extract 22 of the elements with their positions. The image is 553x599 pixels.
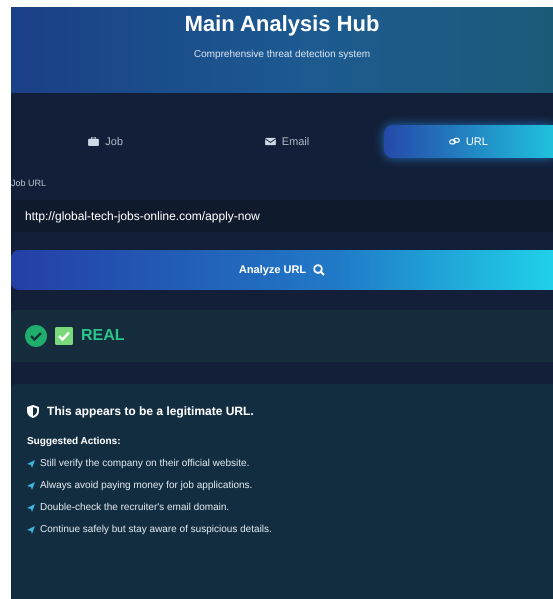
briefcase-icon	[88, 137, 100, 146]
page-subtitle: Comprehensive threat detection system	[194, 49, 370, 60]
actions-heading: Suggested Actions:	[27, 436, 122, 447]
tab[interactable]: Job	[21, 125, 190, 158]
shield-icon	[27, 404, 39, 418]
action-item: Always avoid paying money for job applications.	[40, 480, 252, 491]
action-item: Still verify the company on their official website.	[40, 458, 250, 469]
action-item: Double-check the recruiter's email domain.	[40, 502, 230, 513]
url-input-field[interactable]: http://global-tech-jobs-online.com/apply-now	[11, 200, 553, 232]
field-label: Job URL	[11, 178, 46, 188]
link-icon	[448, 137, 460, 146]
check-box-icon	[55, 327, 73, 345]
check-circle-icon	[25, 325, 47, 347]
tab[interactable]: Email	[202, 125, 372, 158]
action-item: Continue safely but stay aware of suspicious details.	[40, 524, 272, 535]
verdict-label: REAL	[81, 327, 125, 345]
result-message: This appears to be a legitimate URL.	[47, 404, 254, 418]
envelope-icon	[264, 137, 276, 146]
analyze-button[interactable]: Analyze URL	[11, 250, 553, 290]
search-icon	[313, 264, 326, 276]
page-title: Main Analysis Hub	[184, 11, 380, 37]
tab[interactable]: URL	[384, 125, 553, 158]
